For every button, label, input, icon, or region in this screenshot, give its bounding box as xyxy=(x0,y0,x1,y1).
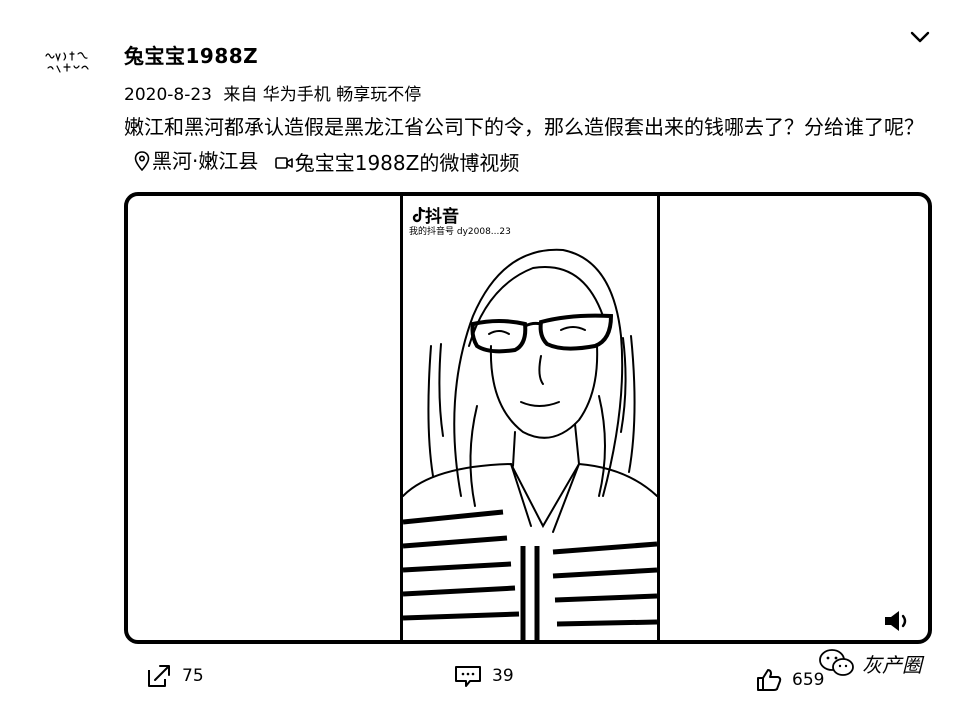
video-frame: 抖音 我的抖音号 dy2008...23 xyxy=(400,196,660,640)
location-link-label: 黑河·嫩江县 xyxy=(152,149,259,173)
comment-icon xyxy=(455,666,481,687)
post-text-block: 嫩江和黑河都承认造假是黑龙江省公司下的令，那么造假套出来的钱哪去了？分给谁了呢？… xyxy=(124,110,944,181)
avatar[interactable] xyxy=(40,44,96,80)
wechat-icon xyxy=(819,649,854,676)
post-meta: 2020-8-23 来自 华为手机 畅享玩不停 xyxy=(124,80,421,105)
handwriting-avatar-icon xyxy=(45,51,89,73)
person-illustration xyxy=(403,248,657,640)
video-link-label: 兔宝宝1988Z的微博视频 xyxy=(294,151,520,175)
source-watermark: 灰产圈 xyxy=(818,648,922,678)
comment-button[interactable]: 39 xyxy=(454,664,514,688)
share-button[interactable]: 75 xyxy=(146,664,204,688)
like-button[interactable]: 659 xyxy=(756,668,824,692)
location-pin-icon xyxy=(134,151,150,171)
video-camera-icon xyxy=(274,157,293,169)
post-date[interactable]: 2020-8-23 xyxy=(124,85,212,105)
post-source: 来自 华为手机 畅享玩不停 xyxy=(223,85,422,105)
chevron-down-icon[interactable] xyxy=(906,26,934,48)
username[interactable]: 兔宝宝1988Z xyxy=(124,40,258,69)
location-link[interactable]: 黑河·嫩江县 xyxy=(134,144,258,178)
share-icon xyxy=(148,665,170,687)
thumbs-up-icon xyxy=(757,669,782,691)
comment-count: 39 xyxy=(492,666,514,686)
watermark-text: 灰产圈 xyxy=(862,652,922,677)
video-link[interactable]: 兔宝宝1988Z的微博视频 xyxy=(274,146,520,180)
post-text: 嫩江和黑河都承认造假是黑龙江省公司下的令，那么造假套出来的钱哪去了？分给谁了呢？ xyxy=(124,115,924,139)
speaker-mute-icon[interactable] xyxy=(882,608,912,634)
video-player[interactable]: 抖音 我的抖音号 dy2008...23 xyxy=(124,192,932,644)
share-count: 75 xyxy=(182,666,204,686)
